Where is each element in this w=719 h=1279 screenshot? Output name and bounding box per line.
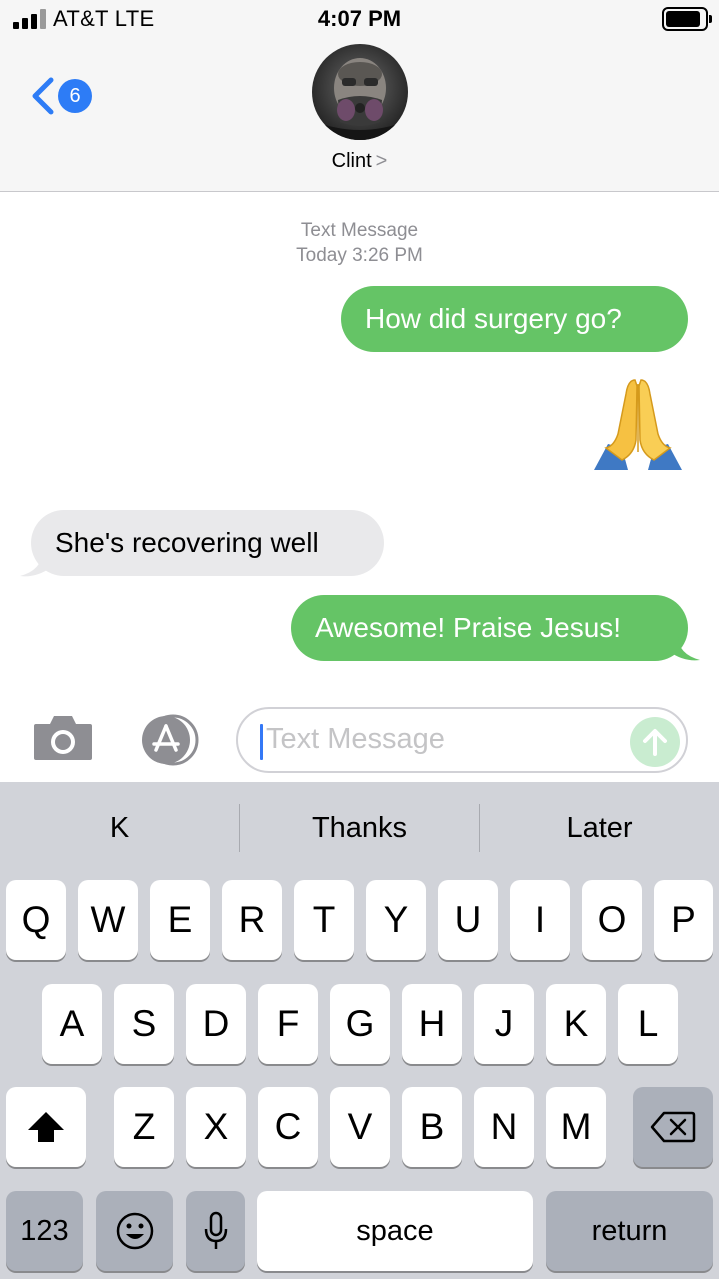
key[interactable]: F [258, 984, 318, 1064]
key[interactable]: V [330, 1087, 390, 1167]
key[interactable]: W [78, 880, 138, 960]
app-store-button[interactable] [134, 714, 204, 766]
key[interactable]: M [546, 1087, 606, 1167]
avatar-photo [312, 44, 408, 140]
message-text: How did surgery go? [365, 303, 622, 334]
key[interactable]: D [186, 984, 246, 1064]
conversation-header: 6 Clint > [0, 40, 719, 192]
key[interactable]: T [294, 880, 354, 960]
arrow-up-icon [643, 729, 667, 756]
space-key[interactable]: space [257, 1191, 533, 1271]
key[interactable]: A [42, 984, 102, 1064]
camera-button[interactable] [32, 714, 94, 762]
bubble-tail [670, 636, 700, 661]
key[interactable]: R [222, 880, 282, 960]
message-text: Awesome! Praise Jesus! [315, 612, 622, 643]
key[interactable]: J [474, 984, 534, 1064]
key[interactable]: U [438, 880, 498, 960]
status-time: 4:07 PM [317, 6, 402, 31]
received-message-bubble[interactable]: She's recovering well [31, 510, 384, 576]
suggestion-2[interactable]: Thanks [240, 782, 479, 874]
service-label: Text Message [300, 220, 419, 241]
dictation-key[interactable] [186, 1191, 245, 1271]
text-caret [260, 724, 263, 760]
keyboard: K Thanks Later Q W E R T Y U I O P A S D… [0, 782, 719, 1279]
message-text: She's recovering well [55, 527, 319, 558]
emoji-key[interactable] [96, 1191, 173, 1271]
key[interactable]: N [474, 1087, 534, 1167]
key[interactable]: K [546, 984, 606, 1064]
key[interactable]: S [114, 984, 174, 1064]
suggestion-1[interactable]: K [0, 782, 239, 874]
backspace-icon [650, 1111, 696, 1143]
key[interactable]: P [654, 880, 713, 960]
key[interactable]: O [582, 880, 642, 960]
back-button[interactable]: 6 [30, 76, 92, 116]
suggestion-3[interactable]: Later [480, 782, 719, 874]
contact-avatar[interactable] [312, 44, 408, 140]
key[interactable]: G [330, 984, 390, 1064]
bubble-tail [20, 552, 50, 577]
folded-hands-icon [594, 379, 682, 470]
shift-key[interactable] [6, 1087, 86, 1167]
thread-timestamp: Text Message Today 3:26 PM [0, 218, 719, 268]
chevron-left-icon [32, 77, 54, 115]
key[interactable]: Y [366, 880, 426, 960]
emoji-smiley-icon [116, 1212, 153, 1250]
battery-level [666, 11, 700, 27]
sent-message-bubble[interactable]: How did surgery go? [341, 286, 688, 352]
key[interactable]: E [150, 880, 210, 960]
key[interactable]: Q [6, 880, 66, 960]
key[interactable]: H [402, 984, 462, 1064]
contact-name-button[interactable]: Clint > [0, 150, 719, 173]
predictive-suggestions-bar: K Thanks Later [0, 782, 719, 874]
numbers-key[interactable]: 123 [6, 1191, 83, 1271]
message-input-placeholder: Text Message [266, 723, 445, 755]
folded-hands-emoji-message[interactable] [588, 374, 688, 474]
key[interactable]: C [258, 1087, 318, 1167]
app-store-icon [142, 714, 199, 766]
battery-icon [662, 7, 712, 31]
key[interactable]: B [402, 1087, 462, 1167]
send-button[interactable] [630, 717, 680, 767]
key[interactable]: I [510, 880, 570, 960]
status-bar: AT&T LTE 4:07 PM [0, 0, 719, 40]
unread-count-badge: 6 [58, 79, 92, 113]
key[interactable]: Z [114, 1087, 174, 1167]
message-input[interactable]: Text Message [236, 707, 688, 773]
shift-icon [28, 1112, 64, 1142]
contact-name: Clint [331, 150, 372, 172]
camera-icon [34, 716, 92, 760]
message-composer: Text Message [0, 700, 719, 782]
microphone-icon [204, 1211, 227, 1249]
sent-message-bubble[interactable]: Awesome! Praise Jesus! [291, 595, 688, 661]
key[interactable]: L [618, 984, 678, 1064]
chevron-right-icon: > [375, 150, 388, 172]
delete-key[interactable] [633, 1087, 713, 1167]
return-key[interactable]: return [546, 1191, 713, 1271]
message-date: Today 3:26 PM [296, 245, 423, 266]
key[interactable]: X [186, 1087, 246, 1167]
